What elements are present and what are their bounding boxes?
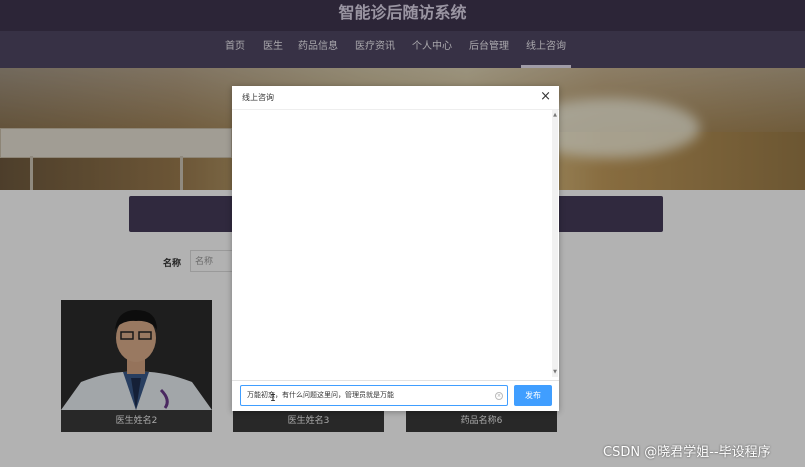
scroll-down-icon[interactable]: ▼ <box>552 369 558 375</box>
dialog-title: 线上咨询 <box>242 93 274 102</box>
consult-dialog: 线上咨询 × ▲ ▼ 万能初恋，有什么问题这里问，管理员就是万能 × 发布 <box>232 86 559 411</box>
scroll-up-icon[interactable]: ▲ <box>552 112 558 118</box>
chat-history <box>232 109 559 381</box>
send-button[interactable]: 发布 <box>514 385 552 406</box>
close-icon[interactable]: × <box>540 89 551 105</box>
watermark: CSDN @晓君学姐--毕设程序 <box>603 445 771 460</box>
clear-icon[interactable]: × <box>495 392 503 400</box>
chat-scrollbar[interactable]: ▲ ▼ <box>552 110 558 377</box>
chat-input[interactable]: 万能初恋，有什么问题这里问，管理员就是万能 <box>240 385 508 406</box>
text-cursor-icon: I <box>270 393 277 404</box>
